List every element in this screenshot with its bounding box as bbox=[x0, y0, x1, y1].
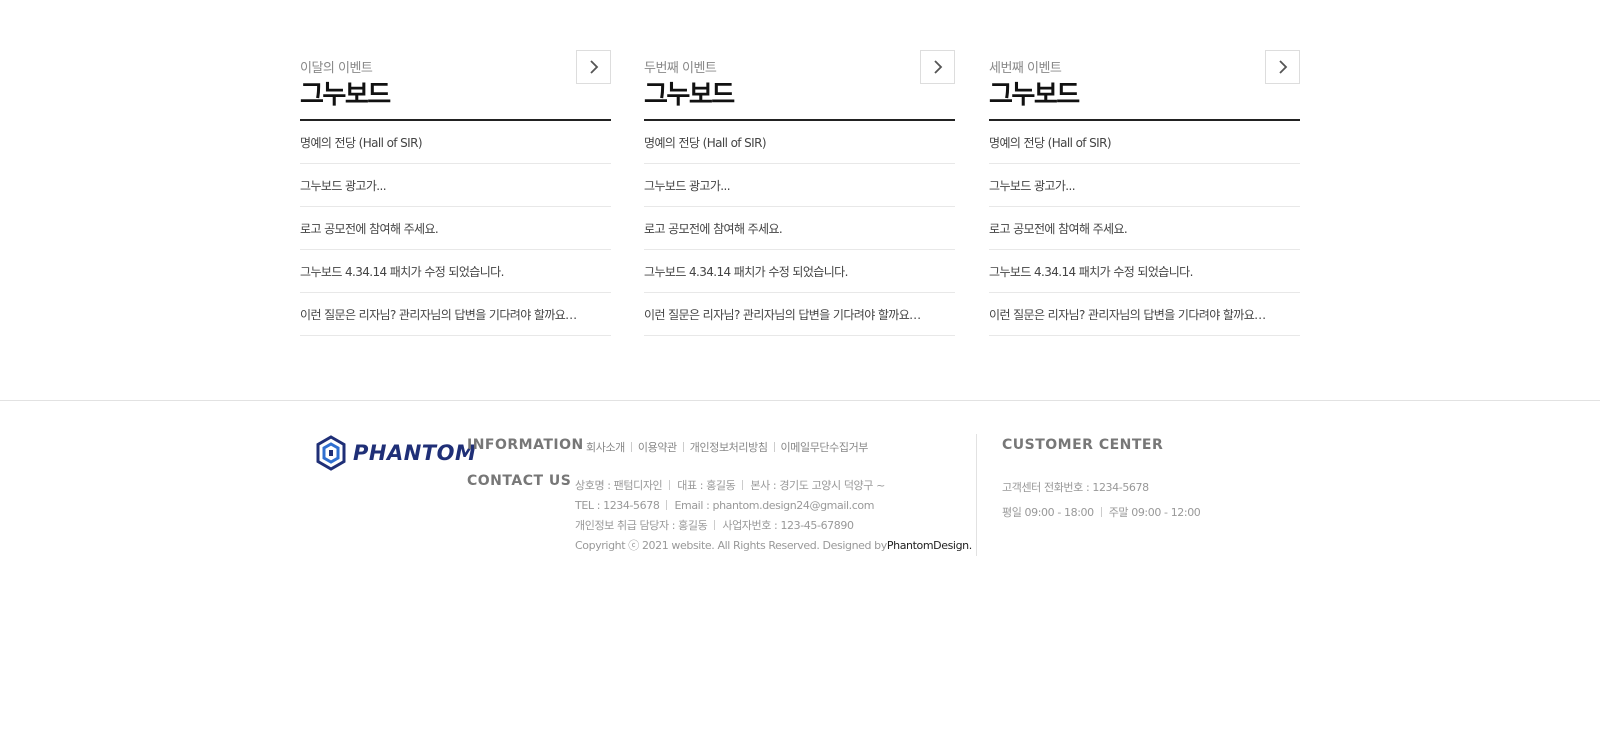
list-item[interactable]: 로고 공모전에 참여해 주세요. bbox=[989, 207, 1300, 250]
divider bbox=[669, 480, 671, 490]
divider bbox=[773, 442, 775, 452]
divider bbox=[630, 442, 632, 452]
more-button[interactable] bbox=[576, 50, 611, 84]
board-event-3: 세번째 이벤트 그누보드 명예의 전당 (Hall of SIR) 그누보드 광… bbox=[989, 50, 1300, 336]
address: 본사 : 경기도 고양시 덕양구 ~ bbox=[750, 479, 885, 492]
email: Email : phantom.design24@gmail.com bbox=[674, 498, 875, 512]
company-name: 상호명 : 팬텀디자인 bbox=[575, 479, 663, 492]
list-item[interactable]: 명예의 전당 (Hall of SIR) bbox=[989, 121, 1300, 164]
list-item[interactable]: 로고 공모전에 참여해 주세요. bbox=[300, 207, 611, 250]
list-item[interactable]: 그누보드 4.34.14 패치가 수정 되었습니다. bbox=[989, 250, 1300, 293]
board-list: 명예의 전당 (Hall of SIR) 그누보드 광고가... 로고 공모전에… bbox=[300, 121, 611, 336]
contact-info: 상호명 : 팬텀디자인 대표 : 홍길동 본사 : 경기도 고양시 덕양구 ~ … bbox=[575, 475, 972, 555]
list-item[interactable]: 명예의 전당 (Hall of SIR) bbox=[644, 121, 955, 164]
customer-center-info: 고객센터 전화번호 : 1234-5678 평일 09:00 - 18:00 주… bbox=[1002, 474, 1201, 524]
business-number: 사업자번호 : 123-45-67890 bbox=[722, 519, 854, 532]
contact-line: 상호명 : 팬텀디자인 대표 : 홍길동 본사 : 경기도 고양시 덕양구 ~ bbox=[575, 475, 972, 495]
board-event-1: 이달의 이벤트 그누보드 명예의 전당 (Hall of SIR) 그누보드 광… bbox=[300, 50, 611, 336]
board-title: 그누보드 bbox=[989, 80, 1080, 110]
divider bbox=[742, 480, 744, 490]
link-company-intro[interactable]: 회사소개 bbox=[586, 439, 625, 455]
site-footer: PHANTOM INFORMATION 회사소개 이용약관 개인정보처리방침 이… bbox=[0, 400, 1600, 734]
divider bbox=[714, 520, 716, 530]
list-item[interactable]: 로고 공모전에 참여해 주세요. bbox=[644, 207, 955, 250]
privacy-officer: 개인정보 취급 담당자 : 홍길동 bbox=[575, 519, 708, 532]
board-list: 명예의 전당 (Hall of SIR) 그누보드 광고가... 로고 공모전에… bbox=[989, 121, 1300, 336]
board-event-2: 두번째 이벤트 그누보드 명예의 전당 (Hall of SIR) 그누보드 광… bbox=[644, 50, 955, 336]
event-boards: 이달의 이벤트 그누보드 명예의 전당 (Hall of SIR) 그누보드 광… bbox=[300, 50, 1300, 340]
list-item[interactable]: 이런 질문은 리자님? 관리자님의 답변을 기다려야 할까요… bbox=[644, 293, 955, 336]
cc-line: 고객센터 전화번호 : 1234-5678 bbox=[1002, 474, 1200, 499]
link-privacy-policy[interactable]: 개인정보처리방침 bbox=[690, 439, 768, 455]
chevron-right-icon bbox=[1278, 60, 1287, 74]
list-item[interactable]: 그누보드 광고가... bbox=[644, 164, 955, 207]
board-header: 세번째 이벤트 그누보드 bbox=[989, 50, 1300, 121]
customer-center-label: CUSTOMER CENTER bbox=[1002, 437, 1164, 453]
chevron-right-icon bbox=[933, 60, 942, 74]
logo[interactable]: PHANTOM bbox=[315, 435, 476, 471]
list-item[interactable]: 그누보드 4.34.14 패치가 수정 되었습니다. bbox=[644, 250, 955, 293]
cc-weekend-hours: 주말 09:00 - 12:00 bbox=[1108, 505, 1201, 519]
list-item[interactable]: 이런 질문은 리자님? 관리자님의 답변을 기다려야 할까요… bbox=[300, 293, 611, 336]
board-list: 명예의 전당 (Hall of SIR) 그누보드 광고가... 로고 공모전에… bbox=[644, 121, 955, 336]
divider bbox=[1100, 506, 1102, 517]
chevron-right-icon bbox=[589, 60, 598, 74]
vertical-divider bbox=[976, 434, 977, 556]
cc-line: 평일 09:00 - 18:00 주말 09:00 - 12:00 bbox=[1002, 499, 1201, 524]
ceo-name: 대표 : 홍길동 bbox=[677, 479, 736, 492]
link-terms[interactable]: 이용약관 bbox=[638, 439, 677, 455]
link-email-refusal[interactable]: 이메일무단수집거부 bbox=[781, 439, 869, 455]
contact-line: 개인정보 취급 담당자 : 홍길동 사업자번호 : 123-45-67890 bbox=[575, 515, 972, 535]
tel: TEL : 1234-5678 bbox=[575, 498, 660, 512]
board-title: 그누보드 bbox=[300, 80, 391, 110]
cc-weekday-hours: 평일 09:00 - 18:00 bbox=[1002, 505, 1094, 519]
copyright-text: Copyright ⓒ 2021 website. All Rights Res… bbox=[575, 539, 887, 552]
information-label: INFORMATION bbox=[467, 437, 584, 453]
list-item[interactable]: 그누보드 4.34.14 패치가 수정 되었습니다. bbox=[300, 250, 611, 293]
list-item[interactable]: 그누보드 광고가... bbox=[300, 164, 611, 207]
more-button[interactable] bbox=[920, 50, 955, 84]
designer-name: PhantomDesign. bbox=[886, 538, 972, 552]
more-button[interactable] bbox=[1265, 50, 1300, 84]
board-title: 그누보드 bbox=[644, 80, 735, 110]
board-header: 두번째 이벤트 그누보드 bbox=[644, 50, 955, 121]
copyright: Copyright ⓒ 2021 website. All Rights Res… bbox=[575, 535, 972, 555]
contact-label: CONTACT US bbox=[467, 473, 572, 489]
contact-line: TEL : 1234-5678 Email : phantom.design24… bbox=[575, 495, 972, 515]
list-item[interactable]: 이런 질문은 리자님? 관리자님의 답변을 기다려야 할까요… bbox=[989, 293, 1300, 336]
board-header: 이달의 이벤트 그누보드 bbox=[300, 50, 611, 121]
list-item[interactable]: 명예의 전당 (Hall of SIR) bbox=[300, 121, 611, 164]
divider bbox=[682, 442, 684, 452]
list-item[interactable]: 그누보드 광고가... bbox=[989, 164, 1300, 207]
divider bbox=[666, 500, 668, 510]
phantom-logo-icon bbox=[316, 435, 346, 471]
cc-phone: 고객센터 전화번호 : 1234-5678 bbox=[1002, 480, 1149, 494]
info-links: 회사소개 이용약관 개인정보처리방침 이메일무단수집거부 bbox=[586, 439, 868, 455]
logo-text: PHANTOM bbox=[353, 441, 477, 465]
